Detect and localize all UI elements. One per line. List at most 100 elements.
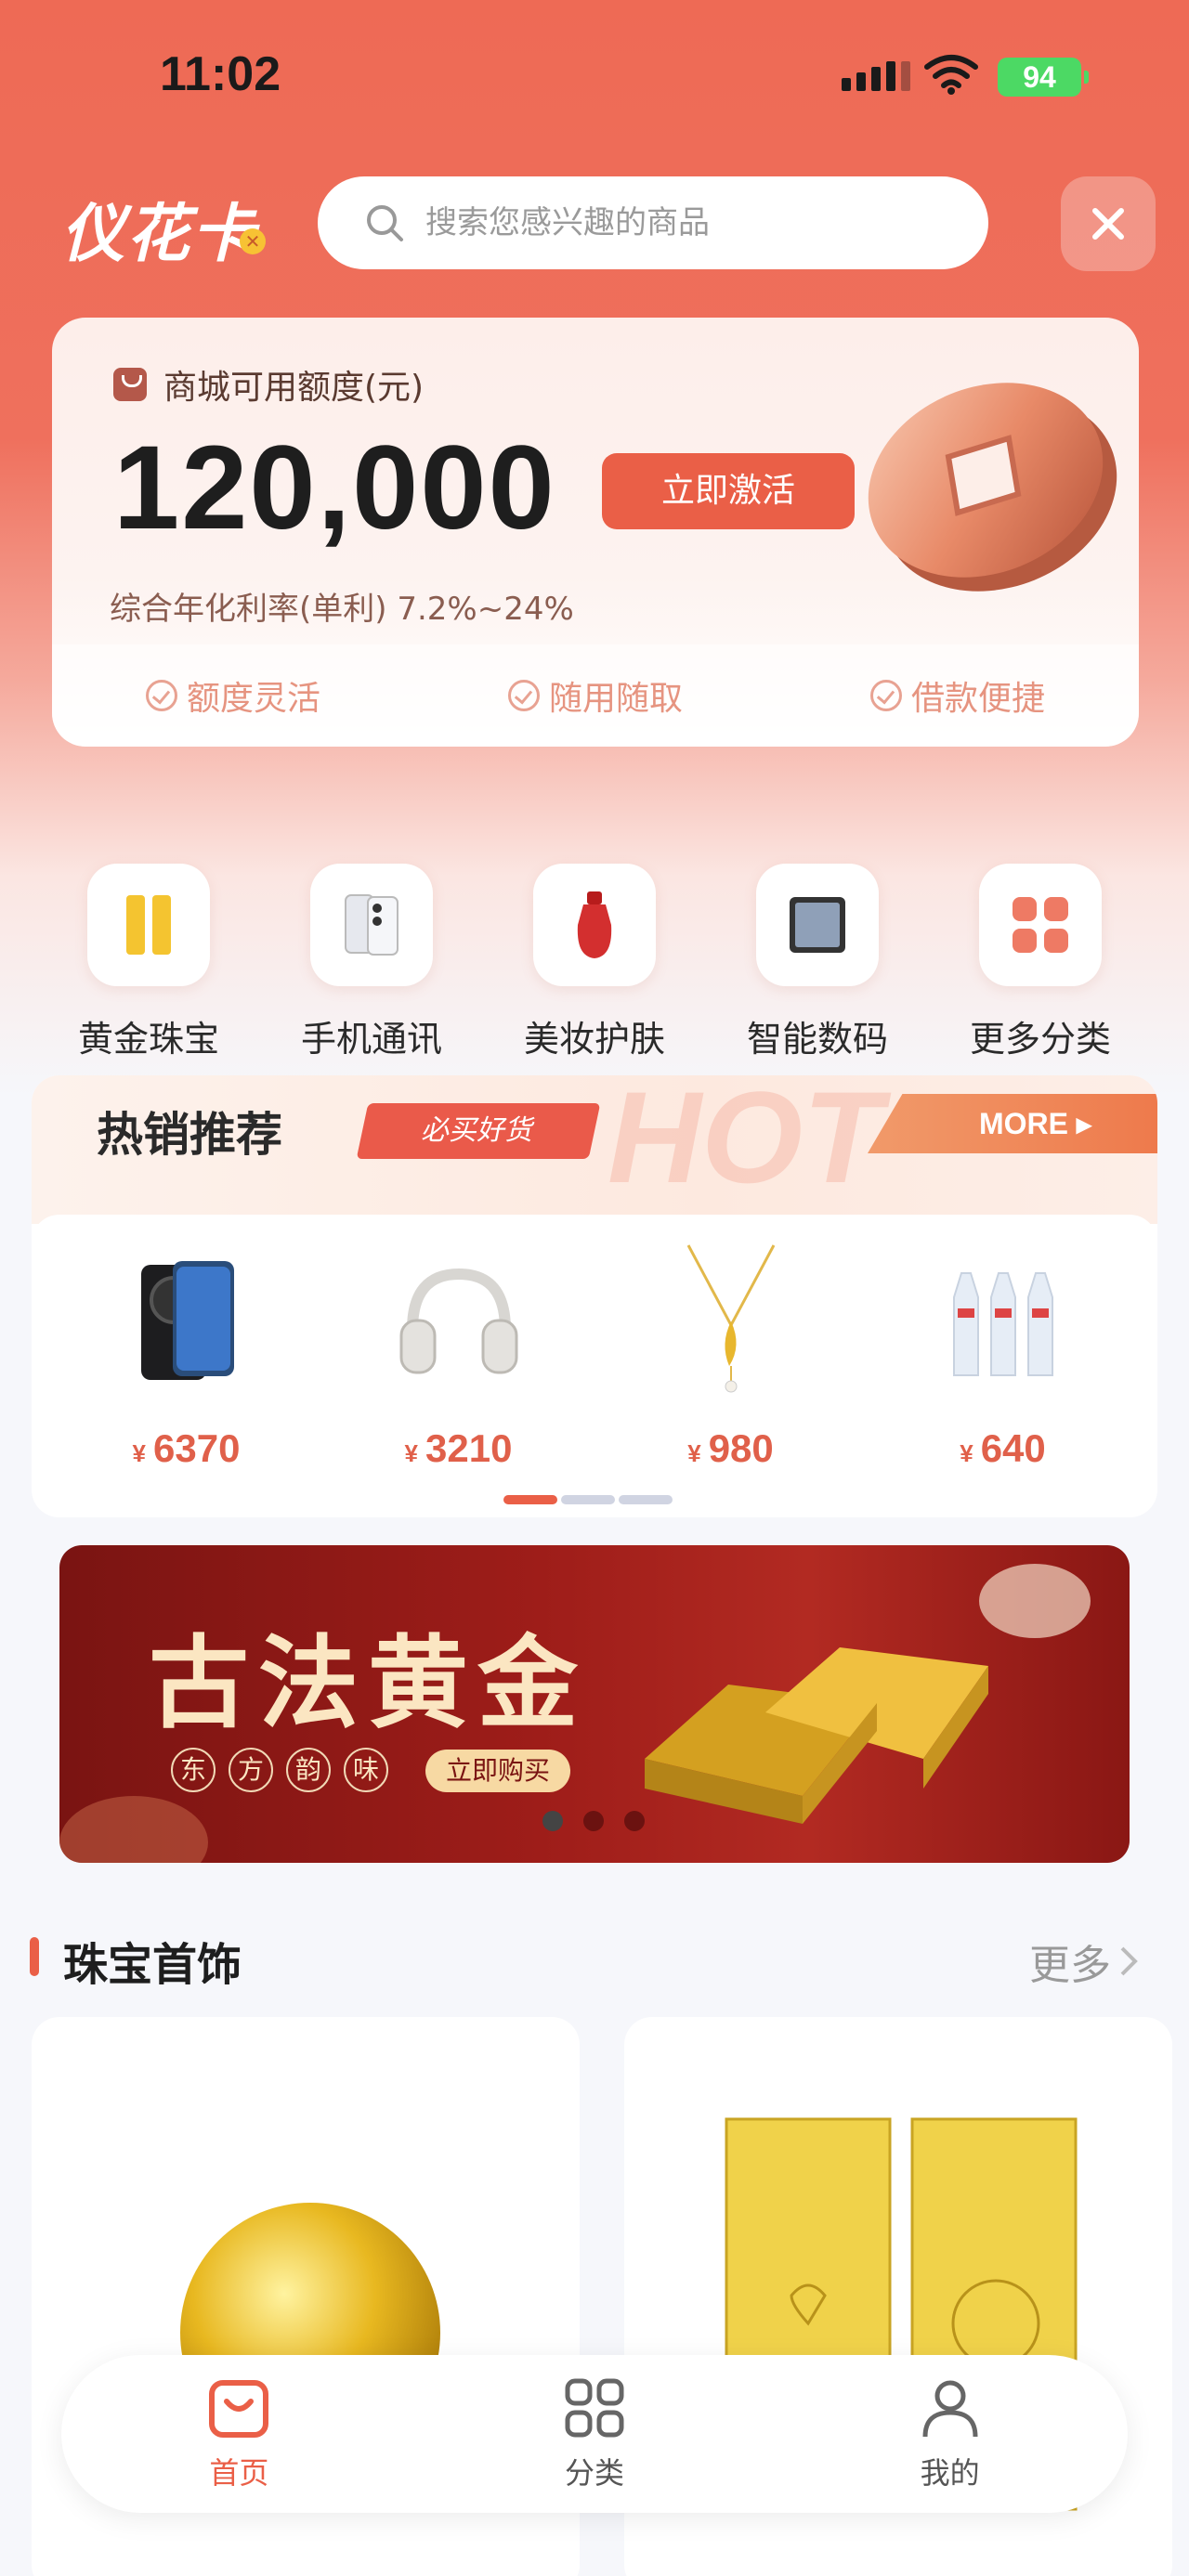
credit-label: 商城可用额度(元) — [113, 360, 424, 409]
category-grid-icon — [565, 2378, 624, 2438]
currency-symbol: ¥ — [687, 1439, 701, 1467]
product-card-headphones[interactable]: ¥3210 — [347, 1215, 570, 1517]
hot-title: 热销推荐 — [97, 1108, 282, 1162]
banner-dot — [624, 1811, 645, 1831]
banner-dot-active — [542, 1811, 563, 1831]
category-digital[interactable]: 智能数码 — [725, 864, 910, 1061]
hot-header: HOT 热销推荐 必买好货 MORE ▸ — [32, 1075, 1157, 1224]
category-more[interactable]: 更多分类 — [947, 864, 1133, 1061]
check-circle-icon — [869, 680, 902, 711]
necklace-icon — [686, 1244, 775, 1393]
gold-promo-banner[interactable]: 古法黄金 东 方 韵 味 立即购买 — [59, 1545, 1130, 1863]
category-icon-box — [87, 864, 210, 986]
tab-category[interactable]: 分类 — [483, 2375, 706, 2492]
category-label: 更多分类 — [969, 1019, 1111, 1060]
skincare-tubes-icon — [952, 1272, 1053, 1376]
category-label: 美妆护肤 — [523, 1019, 665, 1060]
tab-home[interactable]: 首页 — [127, 2375, 350, 2492]
home-bag-icon — [209, 2380, 269, 2438]
check-circle-icon — [507, 680, 540, 711]
product-card-necklace[interactable]: ¥980 — [620, 1215, 843, 1517]
phone-product-icon — [140, 1261, 234, 1380]
banner-title: 古法黄金 — [149, 1625, 588, 1742]
price-value: 6370 — [153, 1426, 241, 1470]
hot-tag: 必买好货 — [356, 1103, 601, 1159]
search-bar[interactable] — [318, 176, 988, 269]
banner-dot — [583, 1811, 604, 1831]
banner-subtitle: 东 方 韵 味 — [171, 1748, 388, 1792]
category-gold-jewelry[interactable]: 黄金珠宝 — [56, 864, 242, 1061]
headphones-icon — [399, 1268, 517, 1374]
hot-pagination — [503, 1495, 673, 1504]
pager-dot — [619, 1495, 673, 1504]
banner-pagination — [542, 1811, 645, 1831]
section-more-link[interactable]: 更多 — [1029, 1932, 1144, 1991]
product-price: ¥980 — [687, 1426, 774, 1471]
banner-char: 味 — [344, 1748, 388, 1792]
hot-watermark: HOT — [608, 1075, 882, 1210]
price-value: 980 — [708, 1426, 774, 1470]
price-value: 640 — [980, 1426, 1046, 1470]
category-label: 智能数码 — [746, 1019, 888, 1060]
more-label: MORE — [979, 1107, 1068, 1140]
tab-label: 分类 — [564, 2455, 624, 2491]
feature-item: 随用随取 — [507, 671, 683, 720]
banner-char: 东 — [171, 1748, 216, 1792]
bottom-tab-bar: 首页 分类 我的 — [61, 2355, 1128, 2513]
interest-rate: 综合年化利率(单利) 7.2%~24% — [110, 591, 574, 628]
banner-char: 韵 — [286, 1748, 331, 1792]
product-image — [920, 1237, 1087, 1404]
category-phones[interactable]: 手机通讯 — [279, 864, 464, 1061]
grid-icon — [1013, 897, 1068, 953]
check-circle-icon — [145, 680, 177, 711]
cosmetics-icon — [577, 891, 612, 958]
banner-buy-button[interactable]: 立即购买 — [425, 1750, 570, 1792]
product-price: ¥3210 — [405, 1426, 513, 1471]
close-button[interactable] — [1061, 176, 1156, 271]
category-label: 手机通讯 — [300, 1019, 442, 1060]
hot-recommendations: HOT 热销推荐 必买好货 MORE ▸ ¥6370 ¥ 3210 ¥ 980 … — [32, 1075, 1157, 1517]
tab-label: 首页 — [209, 2455, 269, 2491]
feature-item: 额度灵活 — [145, 671, 320, 720]
product-card-skincare[interactable]: ¥640 — [892, 1215, 1115, 1517]
currency-symbol: ¥ — [132, 1439, 147, 1467]
product-card-phone[interactable]: ¥6370 — [75, 1215, 298, 1517]
search-icon — [367, 205, 403, 241]
product-image — [647, 1237, 815, 1404]
feature-label: 随用随取 — [548, 680, 683, 718]
tablet-icon — [790, 897, 845, 953]
activate-button[interactable]: 立即激活 — [602, 453, 855, 529]
jewelry-section-header: 珠宝首饰 更多 — [30, 1928, 1144, 1991]
pager-dot — [561, 1495, 615, 1504]
wifi-icon — [924, 55, 978, 95]
status-time: 11:02 — [160, 47, 281, 101]
currency-symbol: ¥ — [960, 1439, 973, 1467]
banner-char: 方 — [229, 1748, 273, 1792]
chevron-right-icon — [1120, 1946, 1138, 1976]
pager-dot-active — [503, 1495, 557, 1504]
hot-more-button[interactable]: MORE ▸ — [868, 1094, 1157, 1153]
cellular-signal-icon — [842, 61, 910, 91]
category-row: 黄金珠宝 手机通讯 美妆护肤 智能数码 更多分类 — [0, 864, 1189, 1061]
credit-card: 商城可用额度(元) 120,000 立即激活 综合年化利率(单利) 7.2%~2… — [52, 318, 1139, 747]
category-icon-box — [979, 864, 1102, 986]
currency-symbol: ¥ — [404, 1439, 419, 1467]
hot-product-list: ¥6370 ¥3210 ¥980 ¥ 640 — [32, 1215, 1157, 1517]
close-icon — [1092, 208, 1124, 240]
product-price: ¥640 — [960, 1426, 1046, 1471]
feature-label: 额度灵活 — [186, 680, 320, 718]
search-input[interactable] — [425, 204, 946, 241]
tab-profile[interactable]: 我的 — [839, 2375, 1062, 2492]
category-cosmetics[interactable]: 美妆护肤 — [502, 864, 687, 1061]
product-image — [375, 1237, 542, 1404]
battery-level: 94 — [1023, 60, 1056, 94]
logo-badge-icon: ✕ — [240, 228, 266, 254]
credit-label-text: 商城可用额度(元) — [163, 369, 425, 407]
category-icon-box — [310, 864, 433, 986]
more-link-label: 更多 — [1029, 1942, 1111, 1989]
status-bar: 11:02 94 — [0, 0, 1189, 158]
product-price: ¥6370 — [133, 1426, 241, 1471]
coin-illustration — [868, 383, 1117, 592]
feature-label: 借款便捷 — [910, 680, 1045, 718]
app-logo: 仪花卡 — [61, 198, 257, 271]
